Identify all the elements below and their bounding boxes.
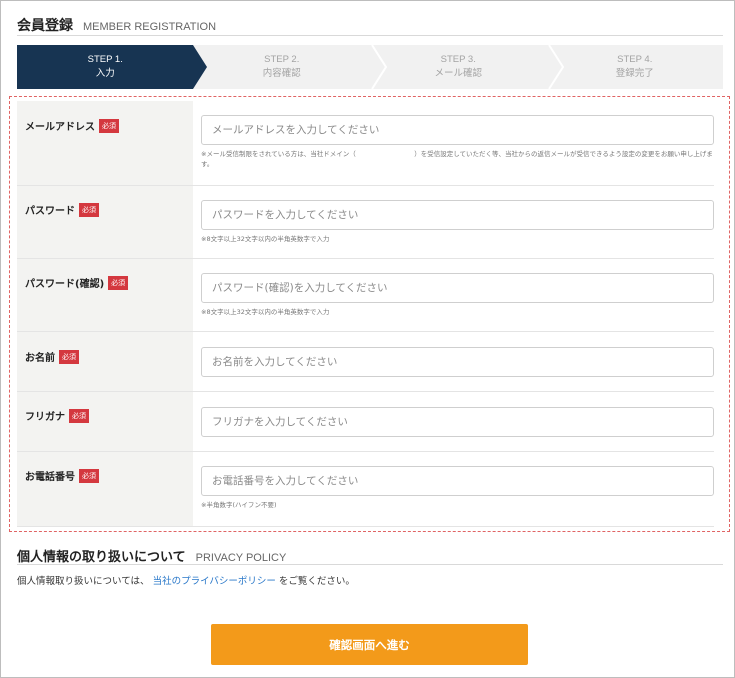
phone-note: ※半角数字(ハイフン不要) [201, 501, 277, 509]
step-label: 登録完了 [615, 68, 654, 79]
registration-header: 会員登録 MEMBER REGISTRATION [17, 15, 216, 35]
form-row-phone: お電話番号 必須 ※半角数字(ハイフン不要) [17, 452, 714, 527]
password-confirm-note: ※8文字以上32文字以内の半角英数字で入力 [201, 308, 330, 316]
registration-title: 会員登録 [17, 18, 73, 34]
furigana-label-text: フリガナ [25, 412, 65, 423]
divider [17, 564, 723, 565]
label-cell [17, 452, 193, 526]
name-input[interactable] [201, 347, 714, 377]
registration-subtitle: MEMBER REGISTRATION [83, 21, 217, 33]
name-label-text: お名前 [25, 353, 55, 364]
privacy-text-after: をご覧ください。 [278, 576, 355, 587]
form-row-password-confirm: パスワード(確認) 必須 ※8文字以上32文字以内の半角英数字で入力 [17, 259, 714, 332]
email-label-text: メールアドレス [25, 122, 95, 133]
privacy-text-before: 個人情報取り扱いについては、 [17, 576, 150, 587]
step-label: 入力 [95, 68, 115, 79]
password-label: パスワード 必須 [25, 202, 99, 217]
name-label: お名前 必須 [25, 349, 79, 364]
step-label: メール確認 [434, 68, 482, 79]
required-badge: 必須 [108, 275, 129, 290]
form-row-furigana: フリガナ 必須 [17, 392, 714, 452]
step-number: STEP 3. [440, 54, 476, 65]
form-row-email: メールアドレス 必須 ※メール受信制限をされている方は、当社ドメイン（ ）を受信… [17, 101, 714, 186]
confirm-button[interactable]: 確認画面へ進む [211, 624, 528, 665]
furigana-input[interactable] [201, 407, 714, 437]
privacy-subtitle: PRIVACY POLICY [195, 552, 287, 564]
password-confirm-label: パスワード(確認) 必須 [25, 275, 129, 290]
email-label: メールアドレス 必須 [25, 118, 119, 133]
label-cell [17, 186, 193, 258]
required-badge: 必須 [79, 468, 99, 483]
privacy-text: 個人情報取り扱いについては、 当社のプライバシーポリシー をご覧ください。 [17, 573, 355, 587]
form-row-password: パスワード 必須 ※8文字以上32文字以内の半角英数字で入力 [17, 186, 714, 259]
phone-input[interactable] [201, 466, 714, 496]
required-badge: 必須 [69, 408, 89, 423]
email-input[interactable] [201, 115, 714, 145]
required-badge: 必須 [59, 349, 79, 364]
password-input[interactable] [201, 200, 714, 230]
password-note: ※8文字以上32文字以内の半角英数字で入力 [201, 235, 330, 243]
privacy-header: 個人情報の取り扱いについて PRIVACY POLICY [17, 546, 286, 565]
furigana-label: フリガナ 必須 [25, 408, 89, 423]
step-number: STEP 2. [264, 54, 300, 65]
phone-label: お電話番号 必須 [25, 468, 99, 483]
label-cell [17, 101, 193, 185]
step-1: STEP 1. 入力 [17, 45, 194, 89]
label-cell [17, 259, 193, 331]
password-confirm-label-text: パスワード(確認) [25, 279, 105, 290]
step-number: STEP 1. [87, 54, 123, 65]
divider [17, 35, 723, 36]
step-label: 内容確認 [262, 68, 301, 79]
step-2: STEP 2. 内容確認 [194, 45, 371, 89]
privacy-title: 個人情報の取り扱いについて [17, 550, 186, 565]
phone-label-text: お電話番号 [25, 472, 75, 483]
form-row-name: お名前 必須 [17, 332, 714, 392]
required-badge: 必須 [79, 202, 99, 217]
email-note: ※メール受信制限をされている方は、当社ドメイン（ ）を受信設定していただく等、当… [201, 150, 713, 168]
privacy-policy-link[interactable]: 当社のプライバシーポリシー [153, 576, 276, 587]
password-confirm-input[interactable] [201, 273, 714, 303]
step-3: STEP 3. メール確認 [370, 45, 547, 89]
password-label-text: パスワード [25, 206, 75, 217]
step-number: STEP 4. [617, 54, 653, 65]
required-badge: 必須 [99, 118, 119, 133]
step-progress: STEP 1. 入力 STEP 2. 内容確認 STEP 3. メール確認 ST… [17, 45, 723, 89]
step-4: STEP 4. 登録完了 [547, 45, 724, 89]
